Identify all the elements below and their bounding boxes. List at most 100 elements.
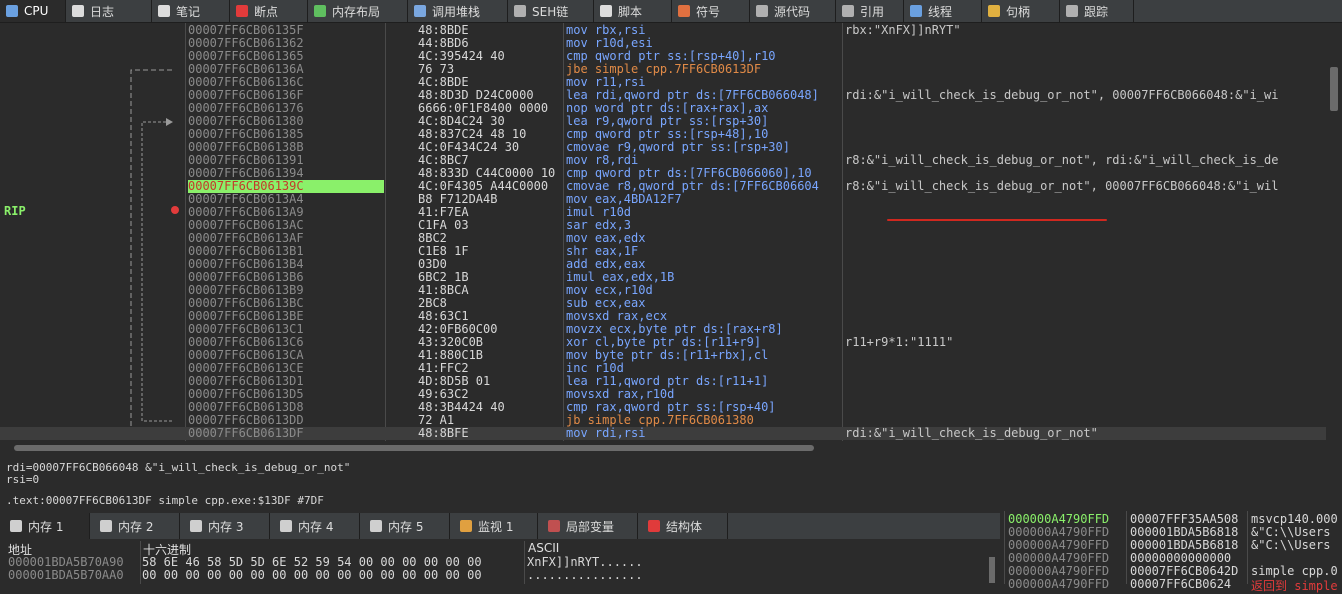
instruction-address: 00007FF6CB0613BE	[188, 310, 304, 323]
dump-row-ascii[interactable]: ................	[527, 568, 643, 582]
dump-row-hex[interactable]: 58 6E 46 58 5D 5D 6E 52 59 54 00 00 00 0…	[142, 555, 482, 569]
disasm-row[interactable]: 00007FF6CB0613DF 48:8BFE mov rdi,rsi rdi:&"…	[0, 427, 1326, 440]
stack-view[interactable]: 000000A4790FFD 00007FFF35AA508 msvcp140.00…	[1004, 511, 1342, 593]
bottom-tab-6[interactable]: 局部变量	[538, 513, 638, 539]
dump-row-ascii[interactable]: XnFX]]nRYT......	[527, 555, 643, 569]
instruction-bytes: C1E8 1F	[418, 245, 469, 258]
disasm-row[interactable]: 00007FF6CB0613D1 4D:8D5B 01 lea r11,qword …	[0, 375, 1326, 388]
tab-breakpoint[interactable]: 断点	[230, 0, 308, 22]
tab-references[interactable]: 引用	[836, 0, 904, 22]
dump-row-hex[interactable]: 00 00 00 00 00 00 00 00 00 00 00 00 00 0…	[142, 568, 482, 582]
disasm-row[interactable]: 00007FF6CB0613AC C1FA 03 sar edx,3	[0, 219, 1326, 232]
instruction-bytes: 4C:8BDE	[418, 76, 469, 89]
instruction-text: cmovae r8,qword ptr ds:[7FF6CB06604	[566, 180, 819, 193]
tab-notes[interactable]: 笔记	[152, 0, 230, 22]
bottom-tab-label: 内存 1	[28, 519, 64, 534]
disasm-row[interactable]: 00007FF6CB0613DD 72 A1 jb simple cpp.7FF6C…	[0, 414, 1326, 427]
disasm-row[interactable]: 00007FF6CB0613A4 B8 F712DA4B mov eax,4BDA1…	[0, 193, 1326, 206]
disasm-row[interactable]: 00007FF6CB06136C 4C:8BDE mov r11,rsi	[0, 76, 1326, 89]
tab-threads[interactable]: 线程	[904, 0, 982, 22]
instruction-bytes: 48:8D3D D24C0000	[418, 89, 534, 102]
disasm-row[interactable]: 00007FF6CB0613CE 41:FFC2 inc r10d	[0, 362, 1326, 375]
disasm-row[interactable]: 00007FF6CB061376 6666:0F1F8400 0000 nop wo…	[0, 102, 1326, 115]
instruction-text: imul eax,edx,1B	[566, 271, 675, 284]
disasm-row[interactable]: 00007FF6CB0613AF 8BC2 mov eax,edx	[0, 232, 1326, 245]
info-line-1: rdi=00007FF6CB066048 &"i_will_check_is_d…	[6, 461, 351, 474]
disasm-row[interactable]: 00007FF6CB06136A 76 73 jbe simple cpp.7FF6…	[0, 63, 1326, 76]
instruction-text: cmp qword ptr ds:[7FF6CB066060],10	[566, 167, 812, 180]
dump-scrollbar[interactable]	[986, 541, 998, 584]
instruction-address: 00007FF6CB06136C	[188, 76, 304, 89]
tab-source[interactable]: 源代码	[750, 0, 836, 22]
disasm-row[interactable]: 00007FF6CB061362 44:8BD6 mov r10d,esi	[0, 37, 1326, 50]
disasm-row[interactable]: 00007FF6CB061380 4C:8D4C24 30 lea r9,qword…	[0, 115, 1326, 128]
tab-script[interactable]: 脚本	[594, 0, 672, 22]
scrollbar-thumb[interactable]	[1330, 67, 1338, 111]
instruction-address: 00007FF6CB06139C	[188, 180, 384, 193]
disasm-row[interactable]: 00007FF6CB061365 4C:395424 40 cmp qword pt…	[0, 50, 1326, 63]
instruction-text: imul r10d	[566, 206, 632, 219]
bottom-tab-7[interactable]: 结构体	[638, 513, 728, 539]
bottom-tab-0[interactable]: 内存 1	[0, 513, 90, 539]
disasm-row[interactable]: 00007FF6CB0613C1 42:0FB60C00 movzx ecx,byt…	[0, 323, 1326, 336]
disassembly-view[interactable]: RIP 00007FF6CB06135F 48:8BDE mov rbx,rsi rb…	[0, 23, 1326, 441]
tab-trace[interactable]: 跟踪	[1060, 0, 1134, 22]
disasm-row[interactable]: 00007FF6CB0613D8 48:3B4424 40 cmp rax,qwor…	[0, 401, 1326, 414]
struct-icon	[648, 520, 660, 532]
seh-chain-icon	[514, 5, 526, 17]
disasm-row[interactable]: 00007FF6CB06136F 48:8D3D D24C0000 lea rdi,…	[0, 89, 1326, 102]
disasm-row[interactable]: 00007FF6CB06135F 48:8BDE mov rbx,rsi rbx:"X…	[0, 24, 1326, 37]
disasm-row[interactable]: 00007FF6CB061394 48:833D C44C0000 10 cmp q…	[0, 167, 1326, 180]
column-separator	[140, 541, 141, 584]
memory-dump-view[interactable]: 地址 十六进制 ASCII 000001BDA5B70A90 58 6E 46 …	[0, 541, 1000, 584]
dump-header-ascii: ASCII	[528, 541, 560, 555]
instruction-text: mov ecx,r10d	[566, 284, 653, 297]
instruction-text: lea rdi,qword ptr ds:[7FF6CB066048]	[566, 89, 819, 102]
tab-label: 日志	[90, 4, 115, 19]
tab-log[interactable]: 日志	[66, 0, 152, 22]
disasm-row[interactable]: 00007FF6CB06139C 4C:0F4305 A44C0000 cmovae…	[0, 180, 1326, 193]
disasm-row[interactable]: 00007FF6CB0613BC 2BC8 sub ecx,eax	[0, 297, 1326, 310]
tab-seh-chain[interactable]: SEH链	[508, 0, 594, 22]
disasm-row[interactable]: 00007FF6CB061385 48:837C24 48 10 cmp qword…	[0, 128, 1326, 141]
scrollbar-thumb[interactable]	[14, 445, 814, 451]
instruction-text: lea r9,qword ptr ss:[rsp+30]	[566, 115, 769, 128]
tab-cpu[interactable]: CPU	[0, 0, 66, 22]
disasm-row[interactable]: 00007FF6CB0613B4 03D0 add edx,eax	[0, 258, 1326, 271]
tab-symbols[interactable]: 符号	[672, 0, 750, 22]
stack-value: 00000000000000	[1130, 551, 1232, 565]
disasm-row[interactable]: 00007FF6CB0613BE 48:63C1 movsxd rax,ecx	[0, 310, 1326, 323]
bottom-tab-3[interactable]: 内存 4	[270, 513, 360, 539]
disasm-row[interactable]: 00007FF6CB0613B6 6BC2 1B imul eax,edx,1B	[0, 271, 1326, 284]
disasm-row[interactable]: 00007FF6CB0613D5 49:63C2 movsxd rax,r10d	[0, 388, 1326, 401]
disasm-row[interactable]: 00007FF6CB0613CA 41:880C1B mov byte ptr ds…	[0, 349, 1326, 362]
stack-value: 00007FFF35AA508	[1130, 512, 1239, 526]
tab-label: 内存布局	[332, 4, 381, 19]
script-icon	[600, 5, 612, 17]
cpu-icon	[6, 5, 18, 17]
bottom-tab-label: 局部变量	[566, 519, 615, 534]
instruction-bytes: B8 F712DA4B	[418, 193, 498, 206]
bottom-tab-1[interactable]: 内存 2	[90, 513, 180, 539]
disasm-row[interactable]: 00007FF6CB0613C6 43:320C0B xor cl,byte ptr…	[0, 336, 1326, 349]
scrollbar-thumb[interactable]	[989, 557, 995, 583]
tab-memory-map[interactable]: 内存布局	[308, 0, 408, 22]
disasm-row[interactable]: 00007FF6CB0613B9 41:8BCA mov ecx,r10d	[0, 284, 1326, 297]
memory-icon	[280, 520, 292, 532]
disasm-vertical-scrollbar[interactable]	[1326, 23, 1342, 441]
bottom-tab-4[interactable]: 内存 5	[360, 513, 450, 539]
instruction-comment: r11+r9*1:"1111"	[845, 336, 954, 349]
disasm-row[interactable]: 00007FF6CB061391 4C:8BC7 mov r8,rdi r8:&"i_…	[0, 154, 1326, 167]
disasm-horizontal-scrollbar[interactable]	[0, 441, 1326, 455]
disasm-row[interactable]: 00007FF6CB0613A9 41:F7EA imul r10d	[0, 206, 1326, 219]
stack-address: 000000A4790FFD	[1008, 538, 1110, 552]
instruction-text: sub ecx,eax	[566, 297, 646, 310]
tab-handles[interactable]: 句柄	[982, 0, 1060, 22]
handles-icon	[988, 5, 1000, 17]
disasm-row[interactable]: 00007FF6CB06138B 4C:0F434C24 30 cmovae r9,…	[0, 141, 1326, 154]
tab-call-stack[interactable]: 调用堆栈	[408, 0, 508, 22]
tab-label: 跟踪	[1084, 4, 1109, 19]
bottom-tab-2[interactable]: 内存 3	[180, 513, 270, 539]
disasm-row[interactable]: 00007FF6CB0613B1 C1E8 1F shr eax,1F	[0, 245, 1326, 258]
bottom-tab-5[interactable]: 监视 1	[450, 513, 538, 539]
